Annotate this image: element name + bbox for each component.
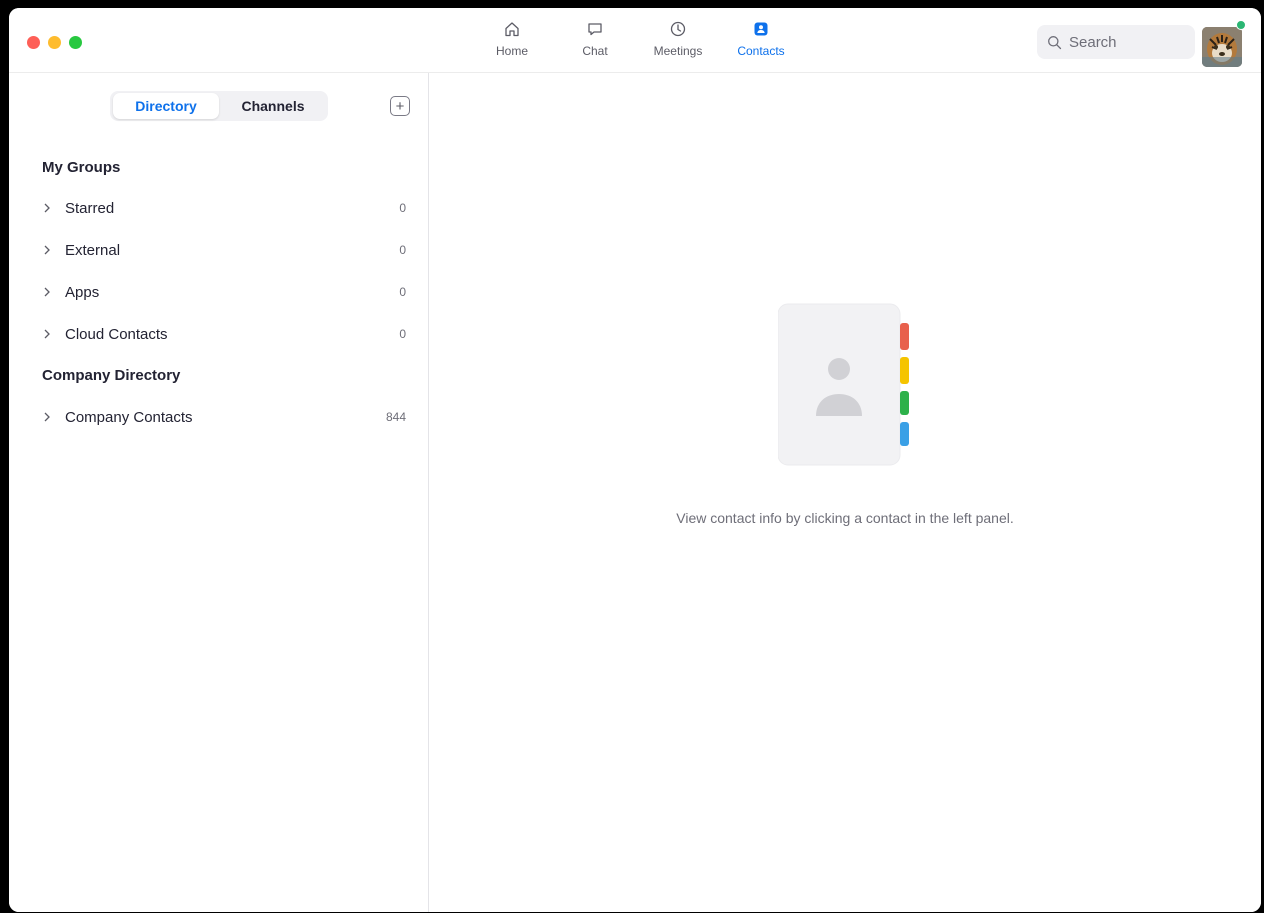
nav-contacts[interactable]: Contacts	[726, 20, 796, 58]
search-input[interactable]: Search	[1037, 25, 1195, 59]
group-label: Apps	[65, 283, 100, 301]
add-contact-button[interactable]: +	[390, 96, 410, 116]
chevron-right-icon	[44, 412, 50, 422]
chevron-right-icon	[44, 245, 50, 255]
contact-detail-panel: View contact info by clicking a contact …	[429, 73, 1261, 912]
plus-icon: +	[395, 97, 405, 115]
chevron-right-icon	[44, 329, 50, 339]
my-groups-title: My Groups	[42, 159, 121, 176]
group-label: Starred	[65, 199, 115, 217]
nav-meetings-label: Meetings	[653, 44, 703, 58]
group-count: 0	[399, 285, 406, 299]
group-count: 0	[399, 201, 406, 215]
chat-icon	[588, 23, 602, 36]
title-bar: Home Chat Meetings Contacts Search	[9, 8, 1261, 73]
nav-contacts-label: Contacts	[737, 44, 785, 58]
avatar[interactable]	[1202, 27, 1242, 67]
nav-home[interactable]: Home	[477, 20, 547, 58]
tab-channels[interactable]: Channels	[221, 93, 325, 119]
contacts-icon	[754, 22, 768, 36]
nav-home-label: Home	[495, 44, 528, 58]
nav-meetings[interactable]: Meetings	[643, 20, 713, 58]
nav-chat-label: Chat	[582, 44, 608, 58]
address-book-illustration	[778, 303, 909, 466]
group-row-external[interactable]: External 0	[9, 232, 428, 268]
search-placeholder: Search	[1069, 33, 1117, 51]
group-row-apps[interactable]: Apps 0	[9, 274, 428, 310]
chevron-right-icon	[44, 287, 50, 297]
search-icon	[1048, 35, 1062, 49]
group-label: External	[65, 241, 121, 259]
presence-status-indicator	[1236, 20, 1246, 30]
contacts-sidebar: Directory Channels + My Groups Starred 0…	[9, 73, 429, 912]
clock-icon	[670, 21, 686, 37]
group-row-starred[interactable]: Starred 0	[9, 190, 428, 226]
group-row-company-contacts[interactable]: Company Contacts 844	[9, 399, 428, 435]
directory-channels-switch: Directory Channels	[110, 91, 328, 121]
avatar-image	[1202, 27, 1242, 67]
home-icon	[505, 22, 519, 37]
group-row-cloud-contacts[interactable]: Cloud Contacts 0	[9, 316, 428, 352]
group-count: 844	[385, 410, 406, 424]
nav-chat[interactable]: Chat	[560, 20, 630, 58]
group-count: 0	[399, 327, 406, 341]
group-count: 0	[399, 243, 406, 257]
app-window: Home Chat Meetings Contacts Search Direc…	[9, 8, 1261, 912]
empty-state-message: View contact info by clicking a contact …	[676, 510, 1014, 526]
chevron-right-icon	[44, 203, 50, 213]
company-directory-title: Company Directory	[42, 367, 181, 384]
tab-directory[interactable]: Directory	[113, 93, 219, 119]
group-label: Cloud Contacts	[65, 325, 168, 343]
group-label: Company Contacts	[65, 408, 193, 426]
